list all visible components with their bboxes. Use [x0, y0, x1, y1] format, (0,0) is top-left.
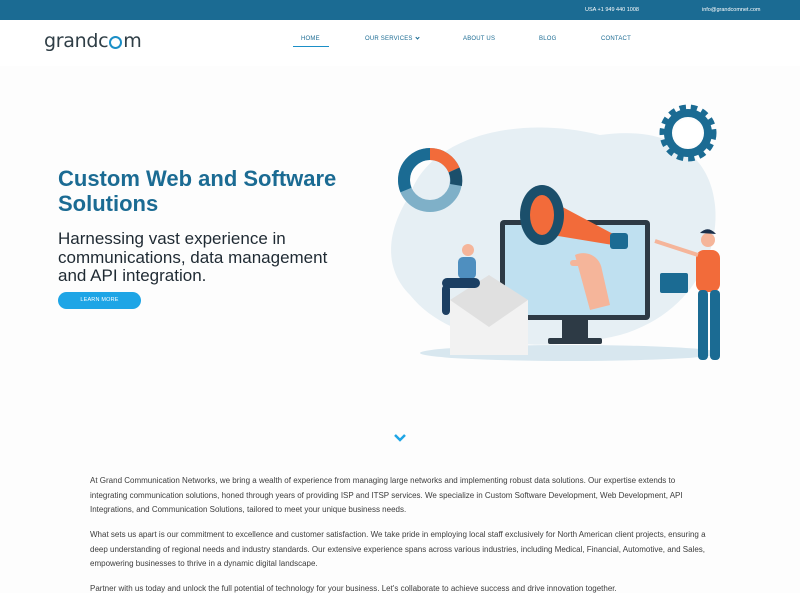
- logo-text: grandc: [44, 30, 109, 52]
- chevron-down-icon: [415, 35, 420, 40]
- site-header: grandc m HOME OUR SERVICES ABOUT US BLOG …: [0, 20, 800, 66]
- commitment-paragraph: What sets us apart is our commitment to …: [90, 530, 706, 568]
- nav-blog[interactable]: BLOG: [539, 36, 556, 42]
- nav-about-us[interactable]: ABOUT US: [463, 36, 495, 42]
- hero-illustration: [391, 104, 720, 361]
- partner-paragraph: Partner with us today and unlock the ful…: [90, 584, 617, 593]
- learn-more-button[interactable]: LEARN MORE: [58, 292, 141, 309]
- gear-icon: [659, 104, 717, 162]
- hero-subtitle: Harnessing vast experience in communicat…: [58, 229, 328, 285]
- nav-our-services-label: OUR SERVICES: [365, 36, 413, 42]
- nav-active-indicator: [293, 46, 329, 47]
- phone-number[interactable]: USA +1 949 440 1008: [585, 7, 639, 13]
- intro-paragraph: At Grand Communication Networks, we brin…: [90, 476, 683, 514]
- nav-contact[interactable]: CONTACT: [601, 36, 631, 42]
- nav-our-services[interactable]: OUR SERVICES: [365, 35, 420, 42]
- scroll-down-chevron-icon[interactable]: [393, 433, 407, 443]
- logo-text-end: m: [123, 30, 142, 52]
- hero-title: Custom Web and Software Solutions: [58, 166, 337, 216]
- logo-o-icon: [109, 35, 123, 49]
- nav-home[interactable]: HOME: [301, 36, 320, 42]
- logo[interactable]: grandc m: [44, 30, 142, 52]
- email-link[interactable]: info@grandcomnet.com: [702, 7, 760, 13]
- top-bar: USA +1 949 440 1008 info@grandcomnet.com: [0, 0, 800, 20]
